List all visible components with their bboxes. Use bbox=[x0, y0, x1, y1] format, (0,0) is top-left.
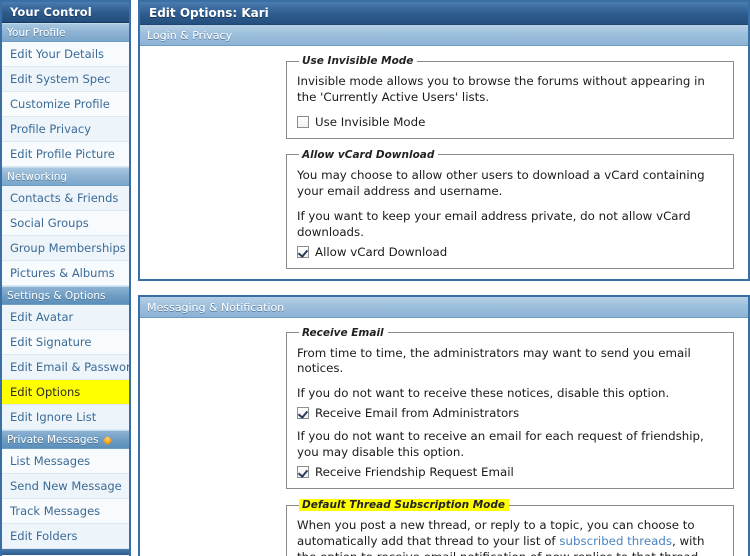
checkbox-receive-friendship-request-email[interactable] bbox=[297, 466, 309, 479]
checkbox-receive-email-from-administrators[interactable] bbox=[297, 407, 309, 420]
sidebar-group-label: Networking bbox=[7, 171, 68, 183]
sidebar-item-label: Contacts & Friends bbox=[10, 191, 119, 205]
panel-body-login-privacy: Use Invisible Mode Invisible mode allows… bbox=[140, 46, 748, 279]
sidebar-group-header: Private Messages bbox=[2, 430, 129, 449]
legend-default-thread-subscription-mode: Default Thread Subscription Mode bbox=[299, 499, 510, 512]
sidebar-group-list: Your Profile Edit Your Details Edit System… bbox=[2, 23, 129, 555]
sidebar-footer-bar bbox=[2, 549, 129, 555]
sidebar-item-label: Edit Options bbox=[10, 385, 81, 399]
sidebar-item-label: Edit Folders bbox=[10, 529, 78, 543]
sidebar-item-label: Edit Ignore List bbox=[10, 410, 97, 424]
checkbox-row-use-invisible-mode[interactable]: Use Invisible Mode bbox=[297, 115, 723, 129]
sidebar-item-send-new-message[interactable]: Send New Message bbox=[2, 474, 129, 499]
sidebar-item-label: Edit Signature bbox=[10, 335, 92, 349]
sidebar-item-edit-signature[interactable]: Edit Signature bbox=[2, 330, 129, 355]
sidebar-item-label: Group Memberships bbox=[10, 241, 126, 255]
sidebar-item-edit-avatar[interactable]: Edit Avatar bbox=[2, 305, 129, 330]
page-title: Edit Options: Kari bbox=[140, 2, 748, 25]
screen-root: Your Control Panel Your Profile Edit Your… bbox=[0, 0, 750, 556]
fieldset-use-invisible-mode: Use Invisible Mode Invisible mode allows… bbox=[286, 55, 734, 139]
sidebar-group-header: Settings & Options bbox=[2, 286, 129, 305]
main-content: Edit Options: Kari Login & Privacy Use I… bbox=[138, 0, 750, 556]
legend-receive-email: Receive Email bbox=[302, 326, 384, 339]
panel-body-messaging-notification: Receive Email From time to time, the adm… bbox=[140, 317, 748, 556]
checkbox-allow-vcard-download[interactable] bbox=[297, 245, 309, 258]
sidebar-item-edit-your-details[interactable]: Edit Your Details bbox=[2, 42, 129, 67]
sidebar-item-group-memberships[interactable]: Group Memberships bbox=[2, 236, 129, 261]
sidebar-group-label: Settings & Options bbox=[7, 290, 106, 302]
sidebar-item-edit-ignore-list[interactable]: Edit Ignore List bbox=[2, 405, 129, 430]
checkbox-row-receive-email-admins[interactable]: Receive Email from Administrators bbox=[297, 406, 723, 420]
sidebar-group-label: Your Profile bbox=[7, 27, 66, 39]
checkbox-label-receive-friendship-request-email: Receive Friendship Request Email bbox=[315, 465, 514, 480]
legend-use-invisible-mode: Use Invisible Mode bbox=[302, 55, 414, 67]
checkbox-label-allow-vcard-download: Allow vCard Download bbox=[315, 244, 448, 259]
sidebar-item-label: Edit Your Details bbox=[10, 47, 104, 61]
sidebar-group-label: Private Messages bbox=[7, 434, 99, 446]
sidebar-item-edit-profile-picture[interactable]: Edit Profile Picture bbox=[2, 142, 129, 167]
fieldset-default-thread-subscription-mode: Default Thread Subscription Mode When yo… bbox=[286, 499, 734, 556]
sidebar-item-edit-folders[interactable]: Edit Folders bbox=[2, 524, 129, 549]
sidebar-item-edit-email-password[interactable]: Edit Email & Password bbox=[2, 355, 129, 380]
sidebar-item-label: Edit Email & Password bbox=[10, 360, 129, 374]
section-header-messaging-notification: Messaging & Notification bbox=[140, 296, 748, 318]
checkbox-row-receive-friendship-request[interactable]: Receive Friendship Request Email bbox=[297, 465, 723, 479]
sidebar-item-contacts-friends[interactable]: Contacts & Friends bbox=[2, 186, 129, 211]
sidebar-item-pictures-albums[interactable]: Pictures & Albums bbox=[2, 261, 129, 286]
panel-login-privacy: Edit Options: Kari Login & Privacy Use I… bbox=[138, 0, 750, 281]
sidebar-item-customize-profile[interactable]: Customize Profile bbox=[2, 92, 129, 117]
sidebar-item-social-groups[interactable]: Social Groups bbox=[2, 211, 129, 236]
sidebar-item-list-messages[interactable]: List Messages bbox=[2, 449, 129, 474]
checkbox-use-invisible-mode[interactable] bbox=[297, 115, 309, 128]
sidebar-item-profile-privacy[interactable]: Profile Privacy bbox=[2, 117, 129, 142]
sidebar-item-edit-system-spec[interactable]: Edit System Spec bbox=[2, 67, 129, 92]
sidebar-group-header: Your Profile bbox=[2, 23, 129, 42]
receive-email-description-1: From time to time, the administrators ma… bbox=[297, 345, 691, 376]
fieldset-receive-email: Receive Email From time to time, the adm… bbox=[286, 326, 734, 490]
sidebar-item-track-messages[interactable]: Track Messages bbox=[2, 499, 129, 524]
receive-email-description-2: If you do not want to receive these noti… bbox=[297, 386, 670, 401]
thread-subscription-description: When you post a new thread, or reply to … bbox=[297, 518, 723, 556]
control-panel-sidebar: Your Control Panel Your Profile Edit Your… bbox=[0, 0, 131, 556]
subscribed-threads-link[interactable]: subscribed threads bbox=[559, 534, 672, 548]
sidebar-item-label: Track Messages bbox=[10, 504, 101, 518]
checkbox-label-use-invisible-mode: Use Invisible Mode bbox=[315, 114, 426, 129]
sidebar-title: Your Control Panel bbox=[2, 2, 129, 40]
sidebar-item-label: Send New Message bbox=[10, 479, 122, 493]
sidebar-item-label: Pictures & Albums bbox=[10, 266, 115, 280]
section-header-login-privacy: Login & Privacy bbox=[140, 25, 748, 46]
vcard-description-1: You may choose to allow other users to d… bbox=[297, 167, 705, 198]
invisible-mode-description: Invisible mode allows you to browse the … bbox=[297, 74, 705, 104]
receive-email-description-3: If you do not want to receive an email f… bbox=[297, 429, 704, 460]
checkbox-label-receive-email-from-administrators: Receive Email from Administrators bbox=[315, 406, 520, 421]
new-message-indicator-icon bbox=[102, 435, 113, 445]
checkbox-row-allow-vcard-download[interactable]: Allow vCard Download bbox=[297, 245, 723, 259]
sidebar-item-label: Customize Profile bbox=[10, 97, 110, 111]
panel-messaging-notification: Messaging & Notification Receive Email F… bbox=[138, 294, 750, 556]
sidebar-item-label: Edit Profile Picture bbox=[10, 147, 115, 161]
vcard-description-2: If you want to keep your email address p… bbox=[297, 208, 691, 239]
sidebar-item-edit-options[interactable]: Edit Options bbox=[2, 380, 129, 405]
sidebar-group-header: Networking bbox=[2, 167, 129, 186]
sidebar-item-label: Edit System Spec bbox=[10, 72, 111, 86]
sidebar-item-label: List Messages bbox=[10, 454, 91, 468]
fieldset-allow-vcard-download: Allow vCard Download You may choose to a… bbox=[286, 148, 734, 269]
sidebar-item-label: Profile Privacy bbox=[10, 122, 92, 136]
sidebar-item-label: Edit Avatar bbox=[10, 310, 74, 324]
sidebar-item-label: Social Groups bbox=[10, 216, 89, 230]
legend-allow-vcard-download: Allow vCard Download bbox=[302, 148, 435, 161]
